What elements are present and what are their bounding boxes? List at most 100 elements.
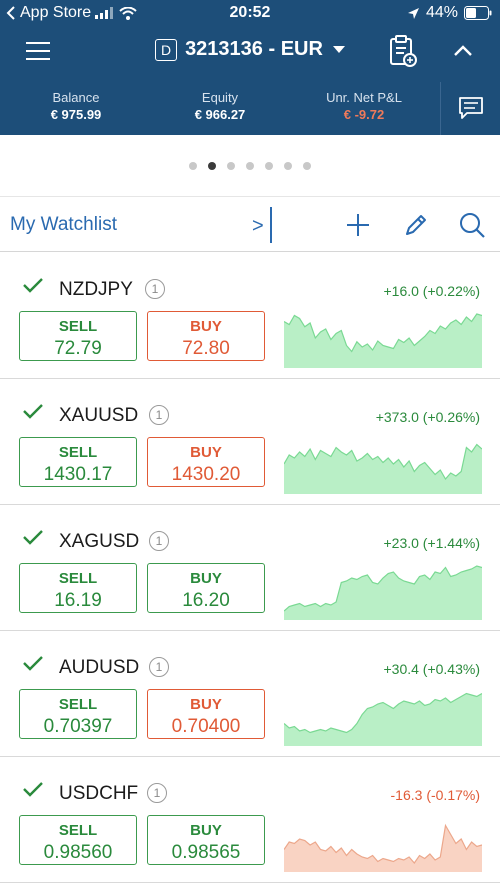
- pnl-block: Unr. Net P&L € -9.72: [314, 90, 414, 122]
- buy-button[interactable]: BUY 72.80: [147, 311, 265, 361]
- sparkline-chart[interactable]: [284, 812, 482, 872]
- buy-label: BUY: [190, 444, 222, 461]
- app-header: App Store 20:52 44% D 3213136 - EUR Bala…: [0, 0, 500, 135]
- instrument-symbol[interactable]: NZDJPY: [59, 279, 133, 301]
- page-dot[interactable]: [265, 162, 273, 170]
- caret-down-icon: [332, 46, 345, 53]
- sell-price: 16.19: [54, 590, 102, 611]
- watchlist-chevron[interactable]: >: [252, 215, 264, 238]
- pencil-icon[interactable]: [402, 211, 430, 239]
- buy-button[interactable]: BUY 16.20: [147, 563, 265, 613]
- buy-price: 16.20: [182, 590, 230, 611]
- page-dot[interactable]: [227, 162, 235, 170]
- pnl-value: € -9.72: [343, 107, 385, 122]
- page-dot[interactable]: [208, 162, 216, 170]
- sparkline-area: [284, 444, 482, 494]
- equity-block: Equity € 966.27: [170, 90, 270, 122]
- balance-label: Balance: [52, 90, 100, 105]
- chat-icon[interactable]: [458, 96, 484, 120]
- watchlist-title[interactable]: My Watchlist: [10, 214, 117, 236]
- alert-count-badge[interactable]: 1: [147, 783, 167, 803]
- alert-count-badge[interactable]: 1: [149, 531, 169, 551]
- sell-button[interactable]: SELL 72.79: [19, 311, 137, 361]
- instrument-row[interactable]: XAUUSD 1 +373.0 (+0.26%) SELL 1430.17 BUY 1430…: [0, 379, 500, 505]
- chevron-up-icon[interactable]: [452, 42, 474, 58]
- sell-label: SELL: [58, 318, 98, 335]
- instrument-row[interactable]: USDCHF 1 -16.3 (-0.17%) SELL 0.98560 BUY 0.985…: [0, 757, 500, 883]
- search-icon[interactable]: [458, 211, 486, 239]
- sell-button[interactable]: SELL 16.19: [19, 563, 137, 613]
- status-right: 44%: [407, 4, 492, 22]
- buy-label: BUY: [190, 570, 222, 587]
- pnl-label: Unr. Net P&L: [326, 90, 402, 105]
- alert-count-badge[interactable]: 1: [149, 657, 169, 677]
- buy-price: 0.70400: [171, 716, 241, 737]
- sparkline-area: [284, 566, 482, 620]
- balance-value: € 975.99: [50, 107, 102, 122]
- checkmark-icon[interactable]: [22, 529, 44, 545]
- page-dot[interactable]: [284, 162, 292, 170]
- page-indicator[interactable]: [0, 162, 500, 170]
- add-icon[interactable]: [344, 211, 372, 239]
- watchlist-toolbar: My Watchlist >: [0, 196, 500, 252]
- sparkline-area: [284, 825, 482, 872]
- sell-price: 72.79: [54, 338, 102, 359]
- sell-button[interactable]: SELL 0.98560: [19, 815, 137, 865]
- checkmark-icon[interactable]: [22, 781, 44, 797]
- summary-divider: [440, 82, 441, 135]
- instrument-symbol[interactable]: USDCHF: [59, 783, 138, 805]
- instrument-symbol[interactable]: XAGUSD: [59, 531, 139, 553]
- page-dot[interactable]: [246, 162, 254, 170]
- sell-label: SELL: [58, 696, 98, 713]
- text-cursor: [270, 207, 272, 243]
- sell-button[interactable]: SELL 1430.17: [19, 437, 137, 487]
- instrument-row[interactable]: AUDUSD 1 +30.4 (+0.43%) SELL 0.70397 BUY 0.704…: [0, 631, 500, 757]
- location-icon: [407, 7, 420, 20]
- account-label: 3213136 - EUR: [185, 38, 323, 60]
- sell-price: 0.98560: [43, 842, 113, 863]
- price-change: -16.3 (-0.17%): [390, 787, 480, 803]
- buy-price: 72.80: [182, 338, 230, 359]
- buy-button[interactable]: BUY 0.70400: [147, 689, 265, 739]
- sparkline-chart[interactable]: [284, 686, 482, 746]
- buy-price: 0.98565: [171, 842, 241, 863]
- buy-label: BUY: [190, 318, 222, 335]
- page-dot[interactable]: [189, 162, 197, 170]
- sparkline-chart[interactable]: [284, 560, 482, 620]
- checkmark-icon[interactable]: [22, 277, 44, 293]
- buy-price: 1430.20: [171, 464, 241, 485]
- buy-button[interactable]: BUY 0.98565: [147, 815, 265, 865]
- price-change: +23.0 (+1.44%): [383, 535, 480, 551]
- checkmark-icon[interactable]: [22, 655, 44, 671]
- price-change: +373.0 (+0.26%): [375, 409, 480, 425]
- battery-icon: [464, 6, 492, 20]
- battery-percent: 44%: [425, 4, 458, 21]
- sparkline-chart[interactable]: [284, 308, 482, 368]
- sell-label: SELL: [58, 444, 98, 461]
- alert-count-badge[interactable]: 1: [145, 279, 165, 299]
- sell-price: 0.70397: [43, 716, 113, 737]
- alert-count-badge[interactable]: 1: [149, 405, 169, 425]
- nav-bar: D 3213136 - EUR: [0, 30, 500, 74]
- instrument-row[interactable]: XAGUSD 1 +23.0 (+1.44%) SELL 16.19 BUY 16.20: [0, 505, 500, 631]
- price-change: +30.4 (+0.43%): [383, 661, 480, 677]
- checkmark-icon[interactable]: [22, 403, 44, 419]
- account-selector[interactable]: D 3213136 - EUR: [0, 38, 500, 61]
- account-summary: Balance € 975.99 Equity € 966.27 Unr. Ne…: [0, 82, 500, 135]
- buy-button[interactable]: BUY 1430.20: [147, 437, 265, 487]
- clipboard-add-icon[interactable]: [388, 34, 418, 68]
- account-type-badge: D: [155, 38, 178, 61]
- price-change: +16.0 (+0.22%): [383, 283, 480, 299]
- sell-label: SELL: [58, 822, 98, 839]
- sell-button[interactable]: SELL 0.70397: [19, 689, 137, 739]
- sparkline-chart[interactable]: [284, 434, 482, 494]
- page-dot[interactable]: [303, 162, 311, 170]
- equity-label: Equity: [201, 90, 239, 105]
- instrument-symbol[interactable]: XAUUSD: [59, 405, 138, 427]
- buy-label: BUY: [190, 696, 222, 713]
- buy-label: BUY: [190, 822, 222, 839]
- sell-price: 1430.17: [43, 464, 113, 485]
- instrument-row[interactable]: NZDJPY 1 +16.0 (+0.22%) SELL 72.79 BUY 72.80: [0, 253, 500, 379]
- instrument-symbol[interactable]: AUDUSD: [59, 657, 139, 679]
- balance-block: Balance € 975.99: [26, 90, 126, 122]
